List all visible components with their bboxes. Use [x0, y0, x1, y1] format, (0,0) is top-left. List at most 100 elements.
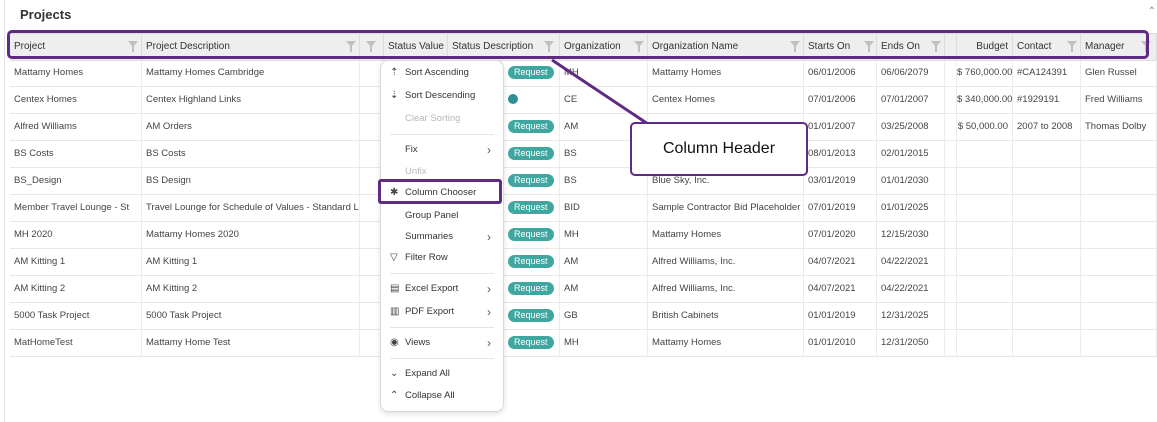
menu-sort-descending[interactable]: ⇣ Sort Descending: [381, 86, 503, 106]
status-badge: Request: [508, 119, 554, 133]
table-cell: [1013, 330, 1081, 356]
table-cell: [1013, 141, 1081, 167]
column-header-callout: Column Header: [630, 122, 808, 176]
table-cell: [957, 168, 1013, 194]
table-cell: AM Kitting 2: [142, 276, 360, 302]
table-row[interactable]: BS_Design BS Design Request BS Blue Sky, Inc…: [10, 168, 1157, 195]
table-cell: [957, 330, 1013, 356]
table-cell: [1081, 276, 1157, 302]
menu-expand-all[interactable]: ⌄ Expand All: [381, 364, 503, 384]
menu-summaries[interactable]: Summaries ›: [381, 227, 503, 247]
menu-collapse-all[interactable]: ⌃ Collapse All: [381, 386, 503, 406]
table-row[interactable]: 5000 Task Project 5000 Task Project Reques…: [10, 303, 1157, 330]
table-cell: 01/01/2010: [804, 330, 877, 356]
table-cell: 01/01/2019: [804, 303, 877, 329]
table-cell: Mattamy Homes: [10, 60, 142, 86]
chevron-right-icon: ›: [487, 230, 491, 244]
table-cell: 06/01/2006: [804, 60, 877, 86]
menu-views[interactable]: ◉ Views ›: [381, 333, 503, 353]
menu-sort-ascending-label: Sort Ascending: [405, 67, 469, 78]
menu-filter-row[interactable]: ▽ Filter Row: [381, 248, 503, 268]
table-cell: [1081, 168, 1157, 194]
table-cell: British Cabinets: [648, 303, 804, 329]
status-badge: Request: [508, 146, 554, 160]
table-cell: Centex Highland Links: [142, 87, 360, 113]
table-cell: [1013, 303, 1081, 329]
table-cell: Mattamy Homes Cambridge: [142, 60, 360, 86]
table-cell: Sample Contractor Bid Placeholder: [648, 195, 804, 221]
sort-descending-icon: ⇣: [390, 90, 399, 101]
table-cell: Alfred Williams: [10, 114, 142, 140]
table-cell: Glen Russel: [1081, 60, 1157, 86]
table-cell: MH: [560, 330, 648, 356]
table-cell: 12/15/2030: [877, 222, 945, 248]
table-cell: Mattamy Homes: [648, 330, 804, 356]
menu-fix[interactable]: Fix ›: [381, 140, 503, 160]
table-cell: [957, 141, 1013, 167]
menu-fix-label: Fix: [405, 144, 418, 155]
table-cell: [945, 87, 957, 113]
table-cell: 5000 Task Project: [10, 303, 142, 329]
table-row[interactable]: Member Travel Lounge - St Travel Lounge f…: [10, 195, 1157, 222]
table-cell: AM Kitting 1: [142, 249, 360, 275]
table-cell: MatHomeTest: [10, 330, 142, 356]
menu-views-label: Views: [405, 337, 431, 348]
table-cell: Alfred Williams, Inc.: [648, 249, 804, 275]
column-header-highlight: [7, 30, 1149, 59]
table-cell: [945, 249, 957, 275]
table-row[interactable]: MatHomeTest Mattamy Home Test Request MH Mat…: [10, 330, 1157, 357]
table-cell: GB: [560, 303, 648, 329]
table-cell: [945, 276, 957, 302]
table-row[interactable]: AM Kitting 1 AM Kitting 1 Request AM Alfred …: [10, 249, 1157, 276]
table-cell: MH: [560, 222, 648, 248]
table-cell: [1081, 222, 1157, 248]
table-cell: [945, 330, 957, 356]
table-cell: [1081, 303, 1157, 329]
table-row[interactable]: MH 2020 Mattamy Homes 2020 Request MH Mattam…: [10, 222, 1157, 249]
menu-excel-export-label: Excel Export: [405, 283, 459, 294]
status-badge: Request: [508, 200, 554, 214]
menu-divider: [390, 327, 494, 328]
table-cell: 5000 Task Project: [142, 303, 360, 329]
menu-divider: [390, 134, 494, 135]
table-cell: 01/01/2007: [804, 114, 877, 140]
table-cell: Mattamy Homes: [648, 222, 804, 248]
table-row[interactable]: AM Kitting 2 AM Kitting 2 Request AM Alfred …: [10, 276, 1157, 303]
table-cell: [945, 141, 957, 167]
menu-divider: [390, 273, 494, 274]
table-row[interactable]: Alfred Williams AM Orders Request AM 01/01/2…: [10, 114, 1157, 141]
table-cell: AM Orders: [142, 114, 360, 140]
status-badge: Request: [508, 227, 554, 241]
table-cell: AM: [560, 276, 648, 302]
eye-icon: ◉: [390, 337, 399, 348]
funnel-icon: ▽: [390, 252, 398, 263]
menu-pdf-export[interactable]: ▥ PDF Export ›: [381, 302, 503, 322]
table-cell: [1081, 195, 1157, 221]
table-cell: AM Kitting 1: [10, 249, 142, 275]
chevron-right-icon: ›: [487, 305, 491, 319]
pdf-icon: ▥: [390, 306, 400, 317]
menu-sort-ascending[interactable]: ⇡ Sort Ascending: [381, 63, 503, 83]
status-badge: [508, 94, 518, 105]
menu-group-panel[interactable]: Group Panel: [381, 206, 503, 226]
menu-excel-export[interactable]: ▤ Excel Export ›: [381, 279, 503, 299]
table-cell: [945, 222, 957, 248]
table-cell: Mattamy Home Test: [142, 330, 360, 356]
table-cell: BS Design: [142, 168, 360, 194]
table-cell: 04/22/2021: [877, 249, 945, 275]
table-row[interactable]: Centex Homes Centex Highland Links CE Cente…: [10, 87, 1157, 114]
table-cell: Alfred Williams, Inc.: [648, 276, 804, 302]
table-cell: Mattamy Homes 2020: [142, 222, 360, 248]
collapse-caret-icon[interactable]: ⌃: [1148, 6, 1156, 17]
table-cell: AM: [560, 249, 648, 275]
table-cell: [957, 303, 1013, 329]
table-cell: AM Kitting 2: [10, 276, 142, 302]
table-row[interactable]: BS Costs BS Costs Request BS 08/01/2013 02/01…: [10, 141, 1157, 168]
table-cell: [1013, 276, 1081, 302]
table-cell: $ 760,000.00: [957, 60, 1013, 86]
menu-collapse-all-label: Collapse All: [405, 390, 455, 401]
table-cell: Centex Homes: [10, 87, 142, 113]
table-cell: [945, 195, 957, 221]
table-row[interactable]: Mattamy Homes Mattamy Homes Cambridge Requ…: [10, 60, 1157, 87]
table-cell: 03/25/2008: [877, 114, 945, 140]
